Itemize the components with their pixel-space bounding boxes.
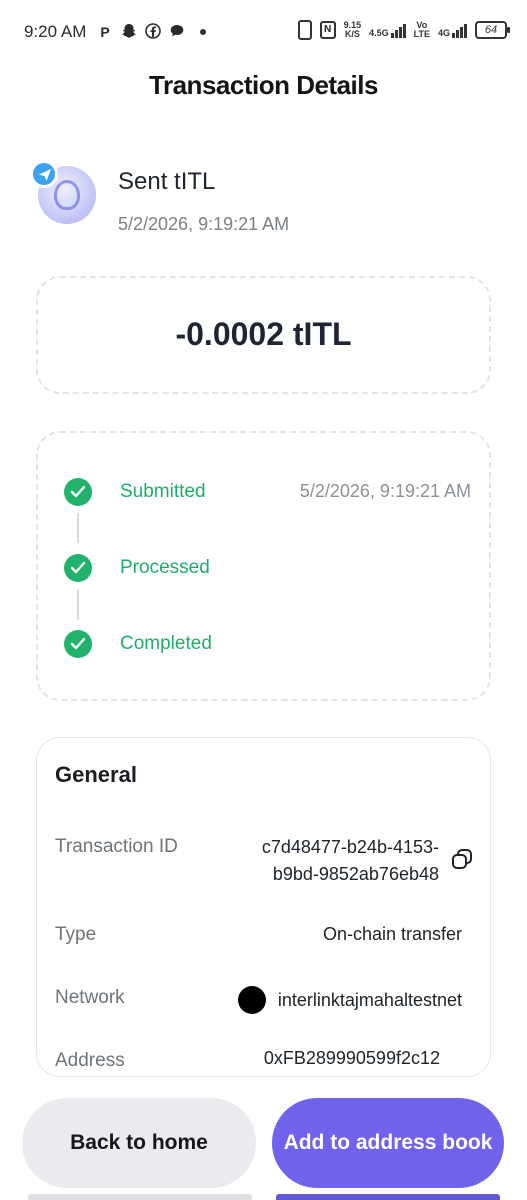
step-label: Completed	[120, 633, 212, 654]
signal-4g: 4G	[438, 22, 467, 38]
status-bar: 9:20 AM P N 9.15 K/S 4.5G Vo LTE 4G 64	[0, 0, 527, 66]
battery-icon: 64	[475, 21, 510, 39]
transaction-id-line: c7d48477-b24b-4153-	[261, 837, 439, 857]
address-value: 0xFB289990599f2c12	[263, 1048, 440, 1068]
nfc-icon: N	[319, 21, 336, 39]
section-title: General	[55, 762, 137, 787]
volte-indicator: Vo LTE	[414, 21, 430, 39]
p-icon: P	[100, 24, 110, 40]
transaction-id-line: b9bd-9852ab76eb48	[272, 864, 439, 884]
back-to-home-button[interactable]: Back to home	[22, 1098, 256, 1188]
transaction-amount: -0.0002 tITL	[175, 316, 352, 352]
amount-card: -0.0002 tITL	[36, 276, 491, 394]
chat-icon	[168, 23, 186, 41]
network-name: interlinktajmahaltestnet	[277, 989, 462, 1010]
check-circle-icon	[64, 630, 92, 658]
status-time: 9:20 AM	[24, 22, 87, 41]
check-circle-icon	[64, 478, 92, 506]
type-value: On-chain transfer	[322, 924, 462, 944]
timeline-step-processed: Processed	[64, 554, 364, 582]
network-value: interlinktajmahaltestnet	[237, 986, 462, 1014]
network-speed: 9.15 K/S	[344, 21, 362, 39]
transaction-title: Sent tITL	[118, 168, 216, 195]
more-notifications-dot	[200, 29, 206, 35]
step-label: Submitted	[120, 481, 206, 502]
system-status-icons: N 9.15 K/S 4.5G Vo LTE 4G 64	[297, 20, 510, 40]
network-label: Network	[55, 987, 125, 1008]
net3-label: 4G	[437, 28, 450, 38]
step-time: 5/2/2026, 9:19:21 AM	[299, 481, 471, 501]
copy-icon[interactable]	[451, 848, 473, 870]
address-label: Address	[55, 1050, 125, 1071]
step-label: Processed	[120, 557, 210, 578]
net1-label: 4.5G	[369, 28, 389, 38]
page-title: Transaction Details	[149, 70, 378, 100]
transaction-datetime: 5/2/2026, 9:19:21 AM	[118, 214, 290, 234]
type-label: Type	[55, 924, 97, 945]
speed-unit: K/S	[344, 29, 360, 39]
transaction-id-label: Transaction ID	[55, 836, 178, 857]
transaction-id-value: c7d48477-b24b-4153- b9bd-9852ab76eb48	[207, 834, 439, 888]
signal-bars-icon	[452, 22, 467, 38]
button-shadow	[28, 1194, 252, 1200]
token-logo-icon	[54, 180, 80, 210]
general-section: General Transaction ID c7d48477-b24b-415…	[36, 737, 491, 1077]
facebook-icon	[144, 23, 162, 41]
send-badge-icon	[30, 160, 58, 188]
signal-4-5g: 4.5G	[369, 22, 406, 38]
vibrate-icon	[297, 20, 312, 40]
timeline-step-completed: Completed	[64, 630, 364, 658]
snapchat-icon	[120, 23, 138, 41]
status-timeline: Submitted 5/2/2026, 9:19:21 AM Processed…	[36, 431, 491, 701]
signal-bars-icon	[390, 22, 406, 38]
notification-icons: P	[96, 23, 206, 41]
button-shadow	[276, 1194, 500, 1200]
timeline-connector	[77, 590, 79, 620]
volte-bottom: LTE	[413, 29, 430, 39]
check-circle-icon	[64, 554, 92, 582]
network-logo-icon	[237, 986, 266, 1014]
add-to-address-book-button[interactable]: Add to address book	[272, 1098, 504, 1188]
timeline-connector	[77, 513, 79, 543]
